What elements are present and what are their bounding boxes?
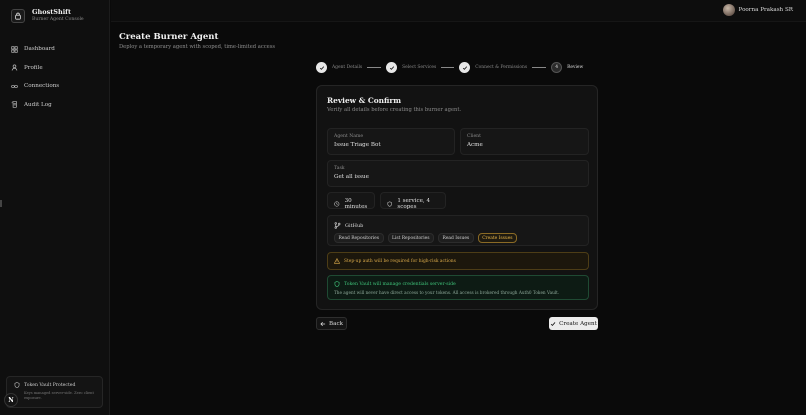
clock-icon [334,201,340,207]
client-field: Client Acme [460,128,589,155]
review-card: Review & Confirm Verify all details befo… [316,85,598,310]
sidebar-item-label: Audit Log [24,101,52,108]
create-agent-button[interactable]: Create Agent [549,317,598,330]
sidebar-item-audit-log[interactable]: Audit Log [6,96,104,115]
warning-text: Step-up auth will be required for high-r… [344,258,456,264]
ghost-logo-icon [11,8,25,23]
duration-value: 30 minutes [344,198,368,210]
shield-icon [387,201,392,207]
check-icon [459,62,471,73]
shield-icon [14,382,20,388]
user-name: Poorna Prakash SR [738,7,793,13]
step-up-warning: Step-up auth will be required for high-r… [327,252,589,270]
check-icon [550,321,556,326]
sidebar-item-label: Profile [24,64,43,71]
step-label: Review [567,65,584,70]
page-title: Create Burner Agent [119,32,219,42]
step-label: Connect & Permissions [475,65,528,70]
scope-badge: Read Repositories [334,233,384,243]
avatar [722,4,735,16]
service-github-box: GitHub Read Repositories List Repositori… [327,215,589,246]
vault-card-title: Token Vault Protected [24,382,76,388]
sidebar-item-connections[interactable]: Connections [6,77,104,96]
shield-icon [334,281,340,287]
agent-name-label: Agent Name [334,134,364,139]
create-agent-button-label: Create Agent [559,320,597,327]
sidebar-item-label: Dashboard [24,46,55,53]
vault-card-description: Keys managed server-side. Zero client ex… [24,391,94,400]
step-connector [367,67,382,68]
client-value: Acme [467,142,483,148]
warning-icon [334,258,340,264]
vault-banner-title: Token Vault will manage credentials serv… [344,281,456,287]
back-button[interactable]: Back [316,317,347,330]
brand[interactable]: GhostShift Burner Agent Console [11,8,84,23]
vault-banner-description: The agent will never have direct access … [334,290,560,295]
task-label: Task [334,166,345,171]
vault-status-card: Token Vault Protected Keys managed serve… [6,376,103,408]
sidebar-item-profile[interactable]: Profile [6,59,104,78]
top-bar: Poorna Prakash SR [111,0,806,22]
progress-stepper: Agent Details Select Services Connect & … [316,62,583,73]
sidebar-nav: Dashboard Profile Connections Audit Log [6,40,104,114]
step-agent-details[interactable]: Agent Details [316,62,362,73]
scope-badge-high-risk: Create Issues [477,233,518,243]
scope-list: Read Repositories List Repositories Read… [334,233,521,243]
step-label: Agent Details [332,65,363,70]
review-title: Review & Confirm [327,96,402,105]
vault-info-banner: Token Vault will manage credentials serv… [327,275,589,300]
check-icon [386,62,398,73]
step-connector [441,67,455,68]
brand-subtitle: Burner Agent Console [32,17,84,22]
sidebar-item-dashboard[interactable]: Dashboard [6,40,104,59]
page-subtitle: Deploy a temporary agent with scoped, ti… [119,44,276,50]
service-name: GitHub [345,222,364,229]
review-subtitle: Verify all details before creating this … [327,107,462,113]
step-connect-permissions[interactable]: Connect & Permissions [459,62,527,73]
client-label: Client [467,134,481,139]
user-menu[interactable]: Poorna Prakash SR [722,4,793,16]
check-icon [316,62,327,73]
grid-icon [11,46,18,53]
task-field: Task Get all issue [327,160,589,187]
scope-summary-value: 1 service, 4 scopes [397,198,431,210]
git-branch-icon [334,222,341,229]
sidebar-item-label: Connections [24,83,60,90]
step-select-services[interactable]: Select Services [386,62,436,73]
user-icon [11,64,18,71]
scroll-icon [11,101,17,108]
step-connector [532,67,547,68]
step-review[interactable]: 4 Review [551,62,583,73]
agent-name-field: Agent Name Issue Triage Bot [327,128,455,155]
n-badge[interactable]: N [4,393,18,407]
scope-summary-chip: 1 service, 4 scopes [380,192,446,210]
step-number: 4 [551,62,563,73]
sidebar: GhostShift Burner Agent Console Dashboar… [0,0,110,415]
step-label: Select Services [402,65,437,70]
agent-name-value: Issue Triage Bot [334,142,381,148]
scope-badge: Read Issues [438,233,474,243]
duration-chip: 30 minutes [327,192,375,210]
sidebar-edge-handle[interactable] [0,200,2,207]
arrow-left-icon [320,321,326,326]
brand-name: GhostShift [32,8,71,16]
link-icon [11,84,18,88]
task-value: Get all issue [334,174,369,180]
scope-badge: List Repositories [387,233,435,243]
back-button-label: Back [329,320,343,327]
